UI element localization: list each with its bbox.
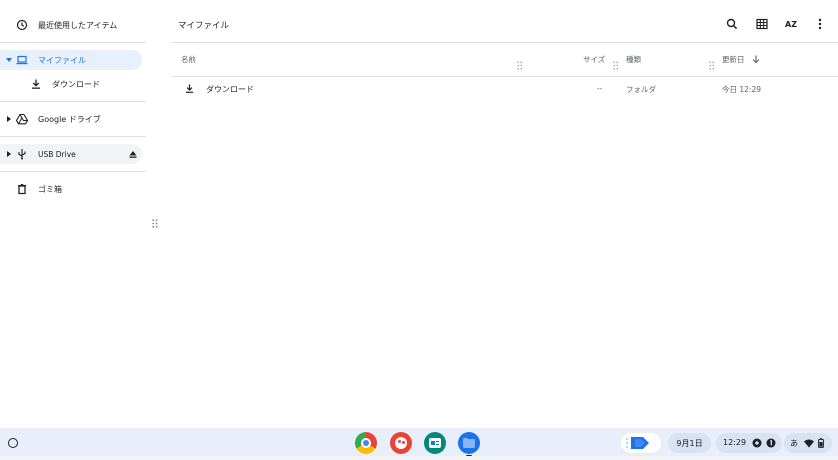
sidebar-divider xyxy=(0,136,146,137)
sidebar-item-google-drive[interactable]: Google ドライブ xyxy=(0,109,142,129)
column-header-type[interactable]: 種類 xyxy=(626,54,641,65)
sort-button[interactable]: AZ xyxy=(783,16,799,32)
sidebar-divider xyxy=(0,101,146,102)
more-options-button[interactable] xyxy=(812,16,828,32)
notification-count-icon xyxy=(766,438,776,448)
sort-az-icon: AZ xyxy=(785,19,797,29)
header-divider xyxy=(172,42,838,43)
holding-space-icon xyxy=(625,436,653,450)
time-label: 12:29 xyxy=(723,438,747,447)
sidebar-item-downloads[interactable]: ダウンロード xyxy=(0,74,142,94)
expand-caret-icon[interactable] xyxy=(7,151,11,157)
sidebar-item-recent[interactable]: 最近使用したアイテム xyxy=(0,15,142,35)
row-modified: 今日 12:29 xyxy=(722,85,761,94)
files-icon[interactable] xyxy=(458,432,480,454)
column-header-modified[interactable]: 更新日 xyxy=(722,54,745,65)
date-label: 9月1日 xyxy=(676,438,703,448)
sidebar-divider xyxy=(0,42,146,43)
table-header-divider xyxy=(172,76,838,77)
sidebar-resize-handle[interactable] xyxy=(152,213,158,228)
grid-view-button[interactable] xyxy=(754,16,770,32)
search-button[interactable] xyxy=(724,16,740,32)
sidebar: 最近使用したアイテム マイファイル ダウンロード Google ドライブ USB… xyxy=(0,0,148,428)
grid-view-icon xyxy=(756,18,768,30)
cursive-icon[interactable] xyxy=(424,432,446,454)
arrow-down-icon xyxy=(752,55,760,64)
holding-space-tray[interactable] xyxy=(621,433,661,453)
wifi-icon xyxy=(804,439,814,448)
column-resize-grip[interactable] xyxy=(709,55,715,70)
paint-icon[interactable] xyxy=(390,432,412,454)
clock-icon xyxy=(16,19,28,31)
sidebar-divider xyxy=(0,171,146,172)
sidebar-item-label: Google ドライブ xyxy=(38,114,101,124)
sidebar-item-label: ダウンロード xyxy=(52,79,100,89)
chrome-icon[interactable] xyxy=(355,432,377,454)
column-header-name[interactable]: 名前 xyxy=(181,54,196,65)
ime-label: あ xyxy=(790,439,798,448)
bottom-edge xyxy=(0,456,838,460)
sidebar-item-usb-drive[interactable]: USB Drive xyxy=(0,144,142,164)
more-vertical-icon xyxy=(814,18,826,30)
system-tray[interactable]: あ xyxy=(784,433,832,453)
date-tray[interactable]: 9月1日 xyxy=(668,433,711,453)
row-type: フォルダ xyxy=(626,85,656,94)
expand-caret-icon[interactable] xyxy=(7,116,11,122)
sidebar-item-label: ゴミ箱 xyxy=(38,184,62,194)
page-title: マイファイル xyxy=(178,21,230,31)
search-icon xyxy=(726,18,738,30)
row-size: -- xyxy=(597,84,603,93)
column-resize-grip[interactable] xyxy=(517,55,523,70)
expand-caret-icon[interactable] xyxy=(6,58,12,62)
status-tray[interactable]: 12:29 xyxy=(716,433,782,453)
laptop-icon xyxy=(16,54,28,66)
column-header-size[interactable]: サイズ xyxy=(583,54,605,65)
trash-icon xyxy=(16,183,28,195)
column-resize-grip[interactable] xyxy=(613,55,619,70)
download-icon xyxy=(184,83,195,94)
download-icon xyxy=(30,78,42,90)
eject-icon[interactable] xyxy=(127,148,139,160)
row-name: ダウンロード xyxy=(206,85,254,94)
usb-icon xyxy=(16,148,28,160)
google-drive-icon xyxy=(16,113,28,125)
sidebar-item-label: マイファイル xyxy=(38,55,86,65)
sidebar-item-trash[interactable]: ゴミ箱 xyxy=(0,179,142,199)
battery-icon xyxy=(818,438,824,448)
sidebar-item-my-files[interactable]: マイファイル xyxy=(0,50,142,70)
launcher-icon[interactable] xyxy=(8,438,18,448)
sidebar-item-label: USB Drive xyxy=(38,149,76,159)
notification-icon xyxy=(752,438,762,448)
sidebar-item-label: 最近使用したアイテム xyxy=(38,20,118,30)
